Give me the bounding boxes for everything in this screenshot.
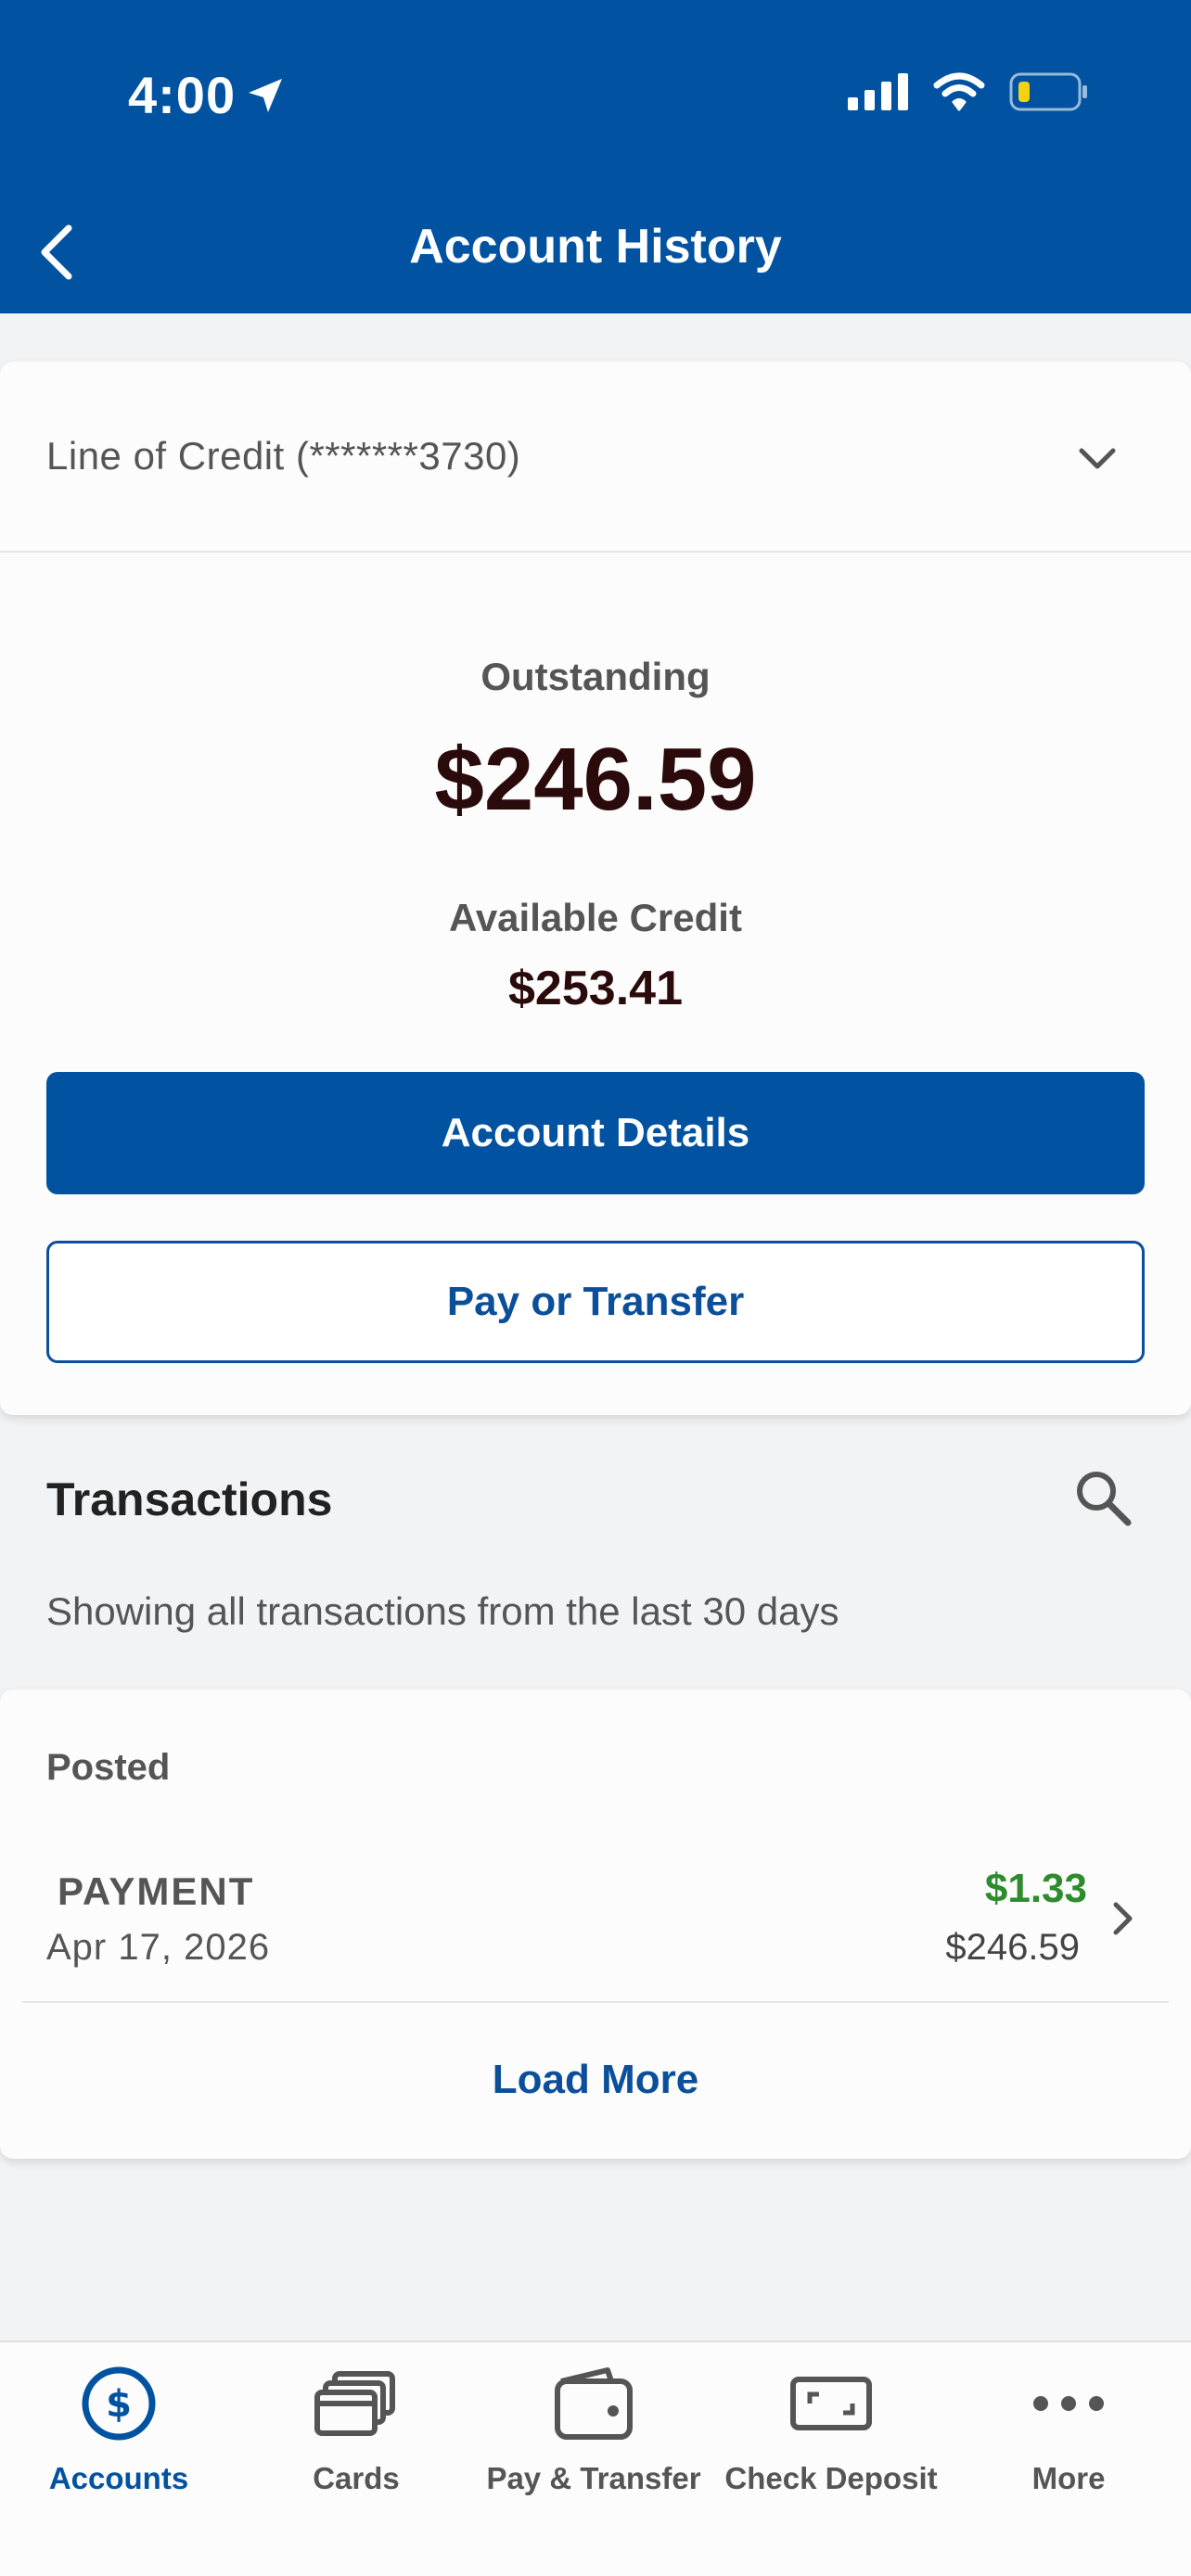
search-icon[interactable] xyxy=(1070,1465,1135,1530)
posted-section-label: Posted xyxy=(46,1747,171,1788)
tab-label: Pay & Transfer xyxy=(486,2461,701,2495)
page-title: Account History xyxy=(409,220,782,274)
transaction-date: Apr 17, 2026 xyxy=(46,1927,271,1968)
available-credit-value: $253.41 xyxy=(508,962,683,1015)
available-credit-label: Available Credit xyxy=(449,896,742,939)
location-arrow-icon xyxy=(249,78,283,112)
tab-pay-transfer[interactable]: Pay & Transfer xyxy=(475,2357,712,2506)
app-header: 4:00 Account History xyxy=(0,0,1191,313)
wallet-icon xyxy=(555,2367,633,2440)
tab-accounts[interactable]: $ Accounts xyxy=(0,2357,237,2506)
transaction-name: PAYMENT xyxy=(58,1869,255,1913)
transactions-card: Posted PAYMENT Apr 17, 2026 $1.33 $246.5… xyxy=(0,1690,1191,2159)
bottom-tab-bar: $ Accounts Cards Pay & Transfer Check De… xyxy=(0,2340,1191,2576)
tab-label: Accounts xyxy=(48,2461,189,2495)
chevron-down-icon xyxy=(1079,448,1116,469)
transactions-heading: Transactions xyxy=(46,1473,333,1525)
svg-text:$: $ xyxy=(106,2383,132,2426)
transaction-row[interactable]: PAYMENT Apr 17, 2026 $1.33 $246.59 xyxy=(22,1843,1169,2003)
account-details-button[interactable]: Account Details xyxy=(46,1072,1145,1194)
time-text: 4:00 xyxy=(128,66,237,124)
outstanding-label: Outstanding xyxy=(480,655,711,698)
wifi-icon xyxy=(933,72,985,111)
transaction-running-balance: $246.59 xyxy=(945,1927,1080,1968)
tab-more[interactable]: More xyxy=(950,2357,1187,2506)
transaction-amount: $1.33 xyxy=(984,1866,1087,1911)
battery-icon xyxy=(1009,72,1087,111)
account-selector[interactable]: Line of Credit (*******3730) xyxy=(0,362,1191,553)
outstanding-balance: $246.59 xyxy=(434,730,757,829)
pay-or-transfer-button[interactable]: Pay or Transfer xyxy=(46,1241,1145,1363)
tab-label: More xyxy=(1031,2461,1106,2495)
cards-icon xyxy=(314,2371,395,2436)
more-dots-icon xyxy=(1033,2396,1104,2411)
tab-check-deposit[interactable]: Check Deposit xyxy=(712,2357,950,2506)
dollar-circle-icon: $ xyxy=(82,2366,156,2441)
cellular-signal-icon xyxy=(848,73,908,110)
account-selector-label: Line of Credit (*******3730) xyxy=(46,434,521,478)
status-indicators xyxy=(848,72,1089,111)
tab-label: Cards xyxy=(313,2461,400,2495)
account-summary-card: Line of Credit (*******3730) Outstanding… xyxy=(0,362,1191,1415)
status-bar-time: 4:00 xyxy=(128,65,288,125)
tab-cards[interactable]: Cards xyxy=(237,2357,475,2506)
load-more-button[interactable]: Load More xyxy=(0,2057,1191,2103)
chevron-right-icon xyxy=(1113,1902,1133,1935)
transactions-range-note: Showing all transactions from the last 3… xyxy=(46,1589,839,1633)
tab-label: Check Deposit xyxy=(724,2461,938,2495)
check-deposit-icon xyxy=(790,2377,872,2430)
